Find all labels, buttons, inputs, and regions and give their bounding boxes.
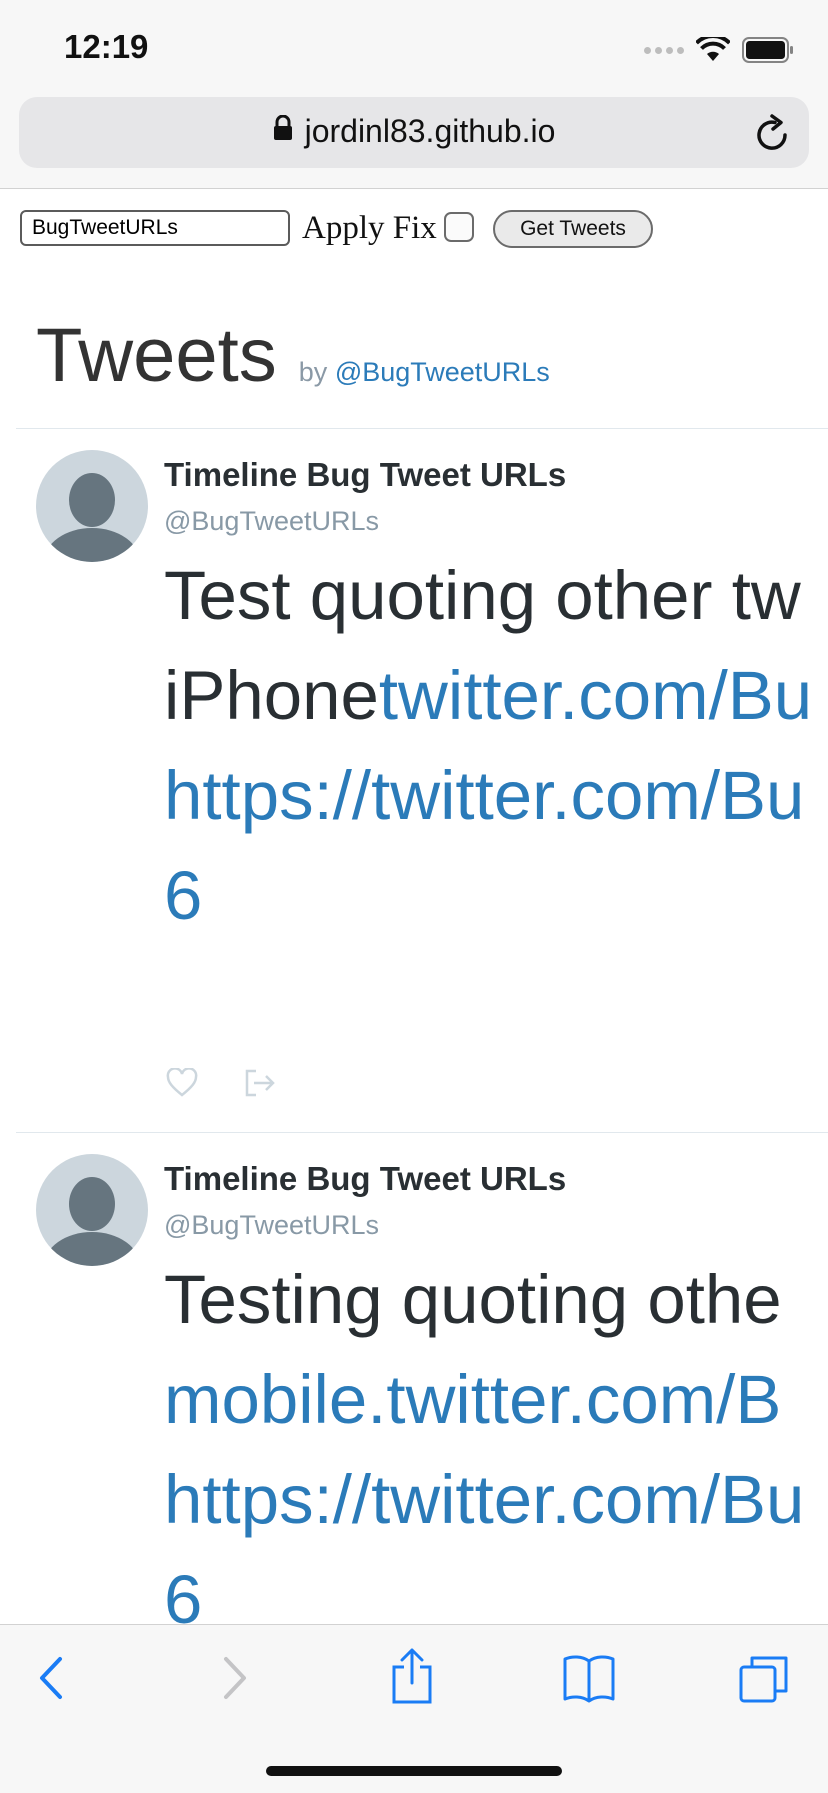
back-chevron-icon[interactable] [36, 1653, 66, 1708]
apply-fix-label: Apply Fix [302, 210, 437, 246]
tweet-text-line: Test quoting other tw [164, 557, 801, 634]
tweet-text-line: iPhonetwitter.com/Bu [164, 646, 828, 746]
avatar[interactable] [36, 1154, 148, 1266]
timeline-header: Tweets by @BugTweetURLs [36, 312, 550, 399]
share-icon[interactable] [390, 1647, 434, 1710]
reload-icon[interactable] [755, 113, 791, 156]
bookmarks-icon[interactable] [562, 1653, 616, 1708]
tweet-text-line: Testing quoting othe [164, 1261, 782, 1338]
get-tweets-button[interactable]: Get Tweets [493, 210, 653, 248]
tweet-text: Testing quoting othe mobile.twitter.com/… [164, 1250, 828, 1624]
timeline-by-prefix: by [298, 357, 328, 387]
default-profile-icon [44, 1177, 140, 1266]
home-indicator [266, 1766, 562, 1776]
default-profile-icon [44, 473, 140, 562]
tweet-link[interactable]: https://twitter.com/Bu [164, 746, 828, 846]
status-time: 12:19 [64, 28, 149, 65]
tweet-author-name[interactable]: Timeline Bug Tweet URLs [164, 456, 566, 494]
cellular-signal-icon [644, 46, 684, 54]
tweet: Timeline Bug Tweet URLs @BugTweetURLs Te… [0, 428, 828, 1132]
url-display[interactable]: jordinl83.github.io [19, 113, 809, 152]
status-icons [644, 34, 794, 66]
tweet-link[interactable]: mobile.twitter.com/B [164, 1350, 828, 1450]
timeline-by: by @BugTweetURLs [299, 357, 550, 387]
tweet-link[interactable]: twitter.com/Bu [379, 657, 812, 734]
timeline-author-link[interactable]: @BugTweetURLs [335, 357, 550, 387]
tweet-author-name[interactable]: Timeline Bug Tweet URLs [164, 1160, 566, 1198]
controls-row: Apply Fix Get Tweets [20, 210, 820, 252]
lock-icon [273, 112, 293, 149]
browser-chrome-top: 12:19 jordinl83.github.io [0, 0, 828, 189]
tabs-icon[interactable] [738, 1653, 790, 1710]
tweet-author-handle[interactable]: @BugTweetURLs [164, 506, 379, 537]
share-icon[interactable] [244, 1068, 276, 1103]
tweet-link[interactable]: 6 [164, 1550, 828, 1624]
apply-fix-checkbox[interactable] [444, 212, 474, 242]
wifi-icon [696, 37, 730, 63]
tweet-text: Test quoting other tw iPhonetwitter.com/… [164, 546, 828, 946]
battery-icon [742, 37, 794, 63]
tweet-actions [166, 1067, 276, 1103]
tweet-link[interactable]: 6 [164, 846, 828, 946]
timeline-title: Tweets [36, 313, 277, 398]
tweet-text-plain: iPhone [164, 657, 379, 734]
username-input[interactable] [20, 210, 290, 246]
tweet-link[interactable]: https://twitter.com/Bu [164, 1450, 828, 1550]
tweet: Timeline Bug Tweet URLs @BugTweetURLs Te… [0, 1132, 828, 1624]
url-text: jordinl83.github.io [304, 113, 556, 149]
tweet-author-handle[interactable]: @BugTweetURLs [164, 1210, 379, 1241]
address-bar[interactable]: jordinl83.github.io [19, 97, 809, 168]
avatar[interactable] [36, 450, 148, 562]
forward-chevron-icon[interactable] [220, 1653, 250, 1708]
like-heart-icon[interactable] [166, 1067, 198, 1103]
